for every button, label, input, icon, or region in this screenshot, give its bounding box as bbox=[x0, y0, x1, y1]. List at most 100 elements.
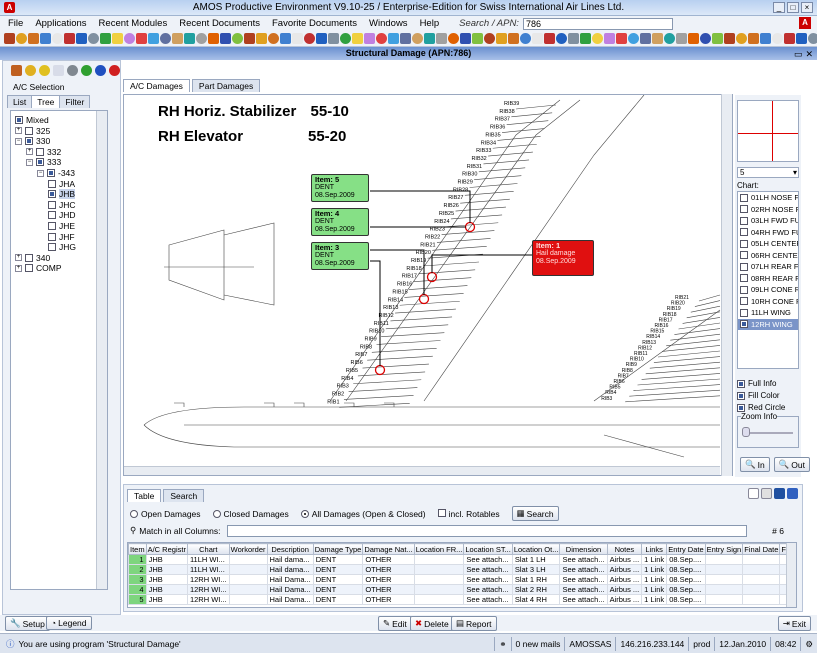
exit-button[interactable]: ⇥ Exit bbox=[777, 616, 811, 631]
toolbar-tool-icon[interactable] bbox=[340, 33, 351, 44]
menu-file[interactable]: File bbox=[8, 18, 23, 29]
tree-node[interactable]: − 333 bbox=[26, 157, 61, 167]
closed-damages-option[interactable]: Closed Damages bbox=[212, 509, 289, 519]
chart-checkbox[interactable] bbox=[740, 205, 748, 214]
chart-checkbox[interactable] bbox=[740, 320, 748, 329]
tree-node-checkbox[interactable] bbox=[47, 169, 55, 177]
tab-part-damages[interactable]: Part Damages bbox=[191, 79, 261, 92]
tree-node-checkbox[interactable] bbox=[48, 179, 56, 188]
table-scrollbar[interactable] bbox=[786, 543, 796, 607]
tree-node-checkbox[interactable] bbox=[15, 116, 23, 124]
toolbar-tool-icon[interactable] bbox=[124, 33, 135, 44]
toolbar-tool-icon[interactable] bbox=[628, 33, 639, 44]
toolbar-tool-icon[interactable] bbox=[472, 33, 483, 44]
gear-icon[interactable] bbox=[39, 65, 50, 76]
column-header[interactable]: A/C Registr bbox=[145, 543, 188, 555]
toolbar-tool-icon[interactable] bbox=[496, 33, 507, 44]
tab-ac-damages[interactable]: A/C Damages bbox=[123, 79, 190, 92]
print-icon[interactable] bbox=[67, 65, 78, 76]
toolbar-tool-icon[interactable] bbox=[544, 33, 555, 44]
toolbar-tool-icon[interactable] bbox=[460, 33, 471, 44]
toolbar-tool-icon[interactable] bbox=[352, 33, 363, 44]
toolbar-tool-icon[interactable] bbox=[484, 33, 495, 44]
incl-rotables-option[interactable]: incl. Rotables bbox=[437, 508, 500, 519]
damage-item-box[interactable]: Item: 1 Hail damage 08.Sep.2009 bbox=[532, 240, 594, 276]
tree-node-checkbox[interactable] bbox=[36, 158, 44, 167]
expand-icon[interactable]: + bbox=[15, 264, 22, 272]
tree-node[interactable]: − -343 bbox=[37, 168, 75, 178]
chart-list-item[interactable]: 07LH REAR FUS bbox=[738, 261, 798, 273]
toolbar-tool-icon[interactable] bbox=[220, 33, 231, 44]
chart-navigator[interactable] bbox=[737, 100, 799, 162]
delete-button[interactable]: ✖ Delete bbox=[410, 616, 454, 631]
status-mails[interactable]: 0 new mails bbox=[510, 636, 565, 651]
toolbar-tool-icon[interactable] bbox=[616, 33, 627, 44]
column-header[interactable]: Description bbox=[266, 543, 314, 555]
save-icon[interactable] bbox=[774, 488, 785, 499]
chart-list-item[interactable]: 01LH NOSE FWD bbox=[738, 192, 798, 204]
tree-node[interactable]: JHA bbox=[48, 179, 75, 189]
maximize-button[interactable]: □ bbox=[787, 2, 799, 13]
toolbar-tool-icon[interactable] bbox=[64, 33, 75, 44]
expand-icon[interactable]: + bbox=[26, 148, 33, 156]
tree-node-checkbox[interactable] bbox=[25, 264, 33, 273]
column-header[interactable]: Notes bbox=[606, 543, 643, 555]
red-circle-checkbox[interactable] bbox=[737, 403, 745, 412]
all-damages-radio[interactable] bbox=[300, 510, 309, 519]
column-header[interactable]: Final Date bbox=[742, 543, 781, 555]
module-close-icon[interactable]: ✕ bbox=[805, 48, 813, 61]
tree-node-checkbox[interactable] bbox=[48, 222, 56, 230]
menu-windows[interactable]: Windows bbox=[369, 18, 408, 29]
stop-icon[interactable] bbox=[109, 65, 120, 76]
toolbar-tool-icon[interactable] bbox=[40, 33, 51, 44]
column-header[interactable]: Entry Date bbox=[666, 543, 706, 555]
open-damages-option[interactable]: Open Damages bbox=[130, 509, 201, 519]
chart-list-item[interactable]: 06RH CENTER F bbox=[738, 250, 798, 262]
toolbar-tool-icon[interactable] bbox=[136, 33, 147, 44]
close-button[interactable]: × bbox=[801, 2, 813, 13]
toolbar-tool-icon[interactable] bbox=[508, 33, 519, 44]
menu-recent-modules[interactable]: Recent Modules bbox=[99, 18, 168, 29]
damage-item-box[interactable]: Item: 5 DENT 08.Sep.2009 bbox=[311, 174, 369, 202]
chart-checkbox[interactable] bbox=[740, 285, 748, 294]
toolbar-tool-icon[interactable] bbox=[568, 33, 579, 44]
toolbar-tool-icon[interactable] bbox=[664, 33, 675, 44]
toolbar-tool-icon[interactable] bbox=[688, 33, 699, 44]
toolbar-tool-icon[interactable] bbox=[448, 33, 459, 44]
toolbar-tool-icon[interactable] bbox=[196, 33, 207, 44]
toolbar-tool-icon[interactable] bbox=[640, 33, 651, 44]
setup-button[interactable]: 🔧 Setup bbox=[5, 616, 50, 631]
toolbar-tool-icon[interactable] bbox=[112, 33, 123, 44]
toolbar-tool-icon[interactable] bbox=[100, 33, 111, 44]
expand-icon[interactable]: + bbox=[15, 254, 22, 262]
tree-node[interactable]: JHD bbox=[48, 210, 76, 220]
tree-node[interactable]: − 330 bbox=[15, 136, 50, 146]
toolbar-tool-icon[interactable] bbox=[268, 33, 279, 44]
toolbar-tool-icon[interactable] bbox=[376, 33, 387, 44]
toolbar-tool-icon[interactable] bbox=[760, 33, 771, 44]
column-header[interactable]: Entry Sign bbox=[704, 543, 744, 555]
column-header[interactable]: Damage Nat... bbox=[362, 543, 415, 555]
export-icon[interactable] bbox=[787, 488, 798, 499]
tree-node-checkbox[interactable] bbox=[48, 211, 56, 220]
fill-color-checkbox[interactable] bbox=[737, 391, 745, 400]
tree-node[interactable]: JHE bbox=[48, 221, 75, 231]
toolbar-tool-icon[interactable] bbox=[148, 33, 159, 44]
tab-table[interactable]: Table bbox=[127, 489, 162, 502]
incl-rotables-checkbox[interactable] bbox=[437, 508, 446, 517]
chart-list-item[interactable]: 05LH CENTER F bbox=[738, 238, 798, 250]
zoom-out-button[interactable]: 🔍 Out bbox=[773, 457, 810, 472]
toolbar-tool-icon[interactable] bbox=[364, 33, 375, 44]
module-minimize-icon[interactable]: ▭ bbox=[794, 48, 803, 61]
tree-node-checkbox[interactable] bbox=[25, 126, 33, 135]
tree-node-checkbox[interactable] bbox=[36, 147, 44, 156]
damage-item-box[interactable]: Item: 3 DENT 08.Sep.2009 bbox=[311, 242, 369, 270]
toolbar-tool-icon[interactable] bbox=[592, 33, 603, 44]
column-header[interactable]: Location ST... bbox=[463, 543, 513, 555]
tree-node-checkbox[interactable] bbox=[48, 200, 56, 209]
chart-list-item[interactable]: 02RH NOSE FWD bbox=[738, 204, 798, 216]
toolbar-tool-icon[interactable] bbox=[796, 33, 807, 44]
toolbar-tool-icon[interactable] bbox=[724, 33, 735, 44]
edit-button[interactable]: ✎ Edit bbox=[378, 616, 412, 631]
status-config-icon[interactable]: ⚙ bbox=[800, 636, 817, 651]
